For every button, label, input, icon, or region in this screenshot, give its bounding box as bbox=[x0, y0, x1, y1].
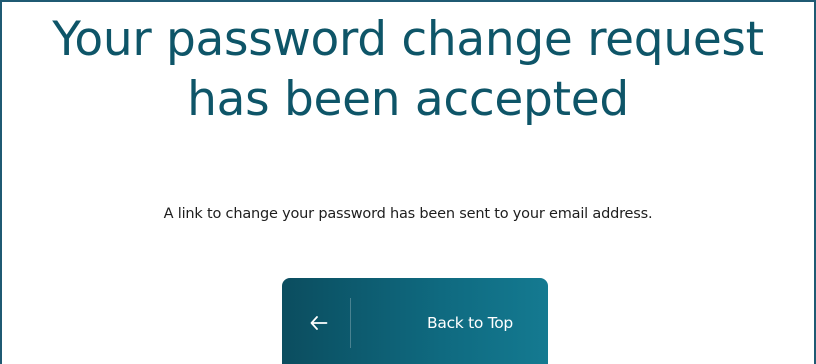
back-to-top-button[interactable]: Back to Top bbox=[282, 278, 548, 364]
confirmation-message: A link to change your password has been … bbox=[163, 206, 653, 222]
confirmation-panel: Your password change request has been ac… bbox=[0, 0, 816, 364]
button-divider bbox=[350, 298, 351, 348]
page-title-line-1: Your password change request bbox=[52, 12, 764, 67]
page-title-line-2: has been accepted bbox=[187, 72, 629, 127]
back-to-top-label: Back to Top bbox=[427, 314, 513, 332]
page-title: Your password change request has been ac… bbox=[2, 10, 814, 130]
arrow-left-icon bbox=[304, 308, 334, 338]
